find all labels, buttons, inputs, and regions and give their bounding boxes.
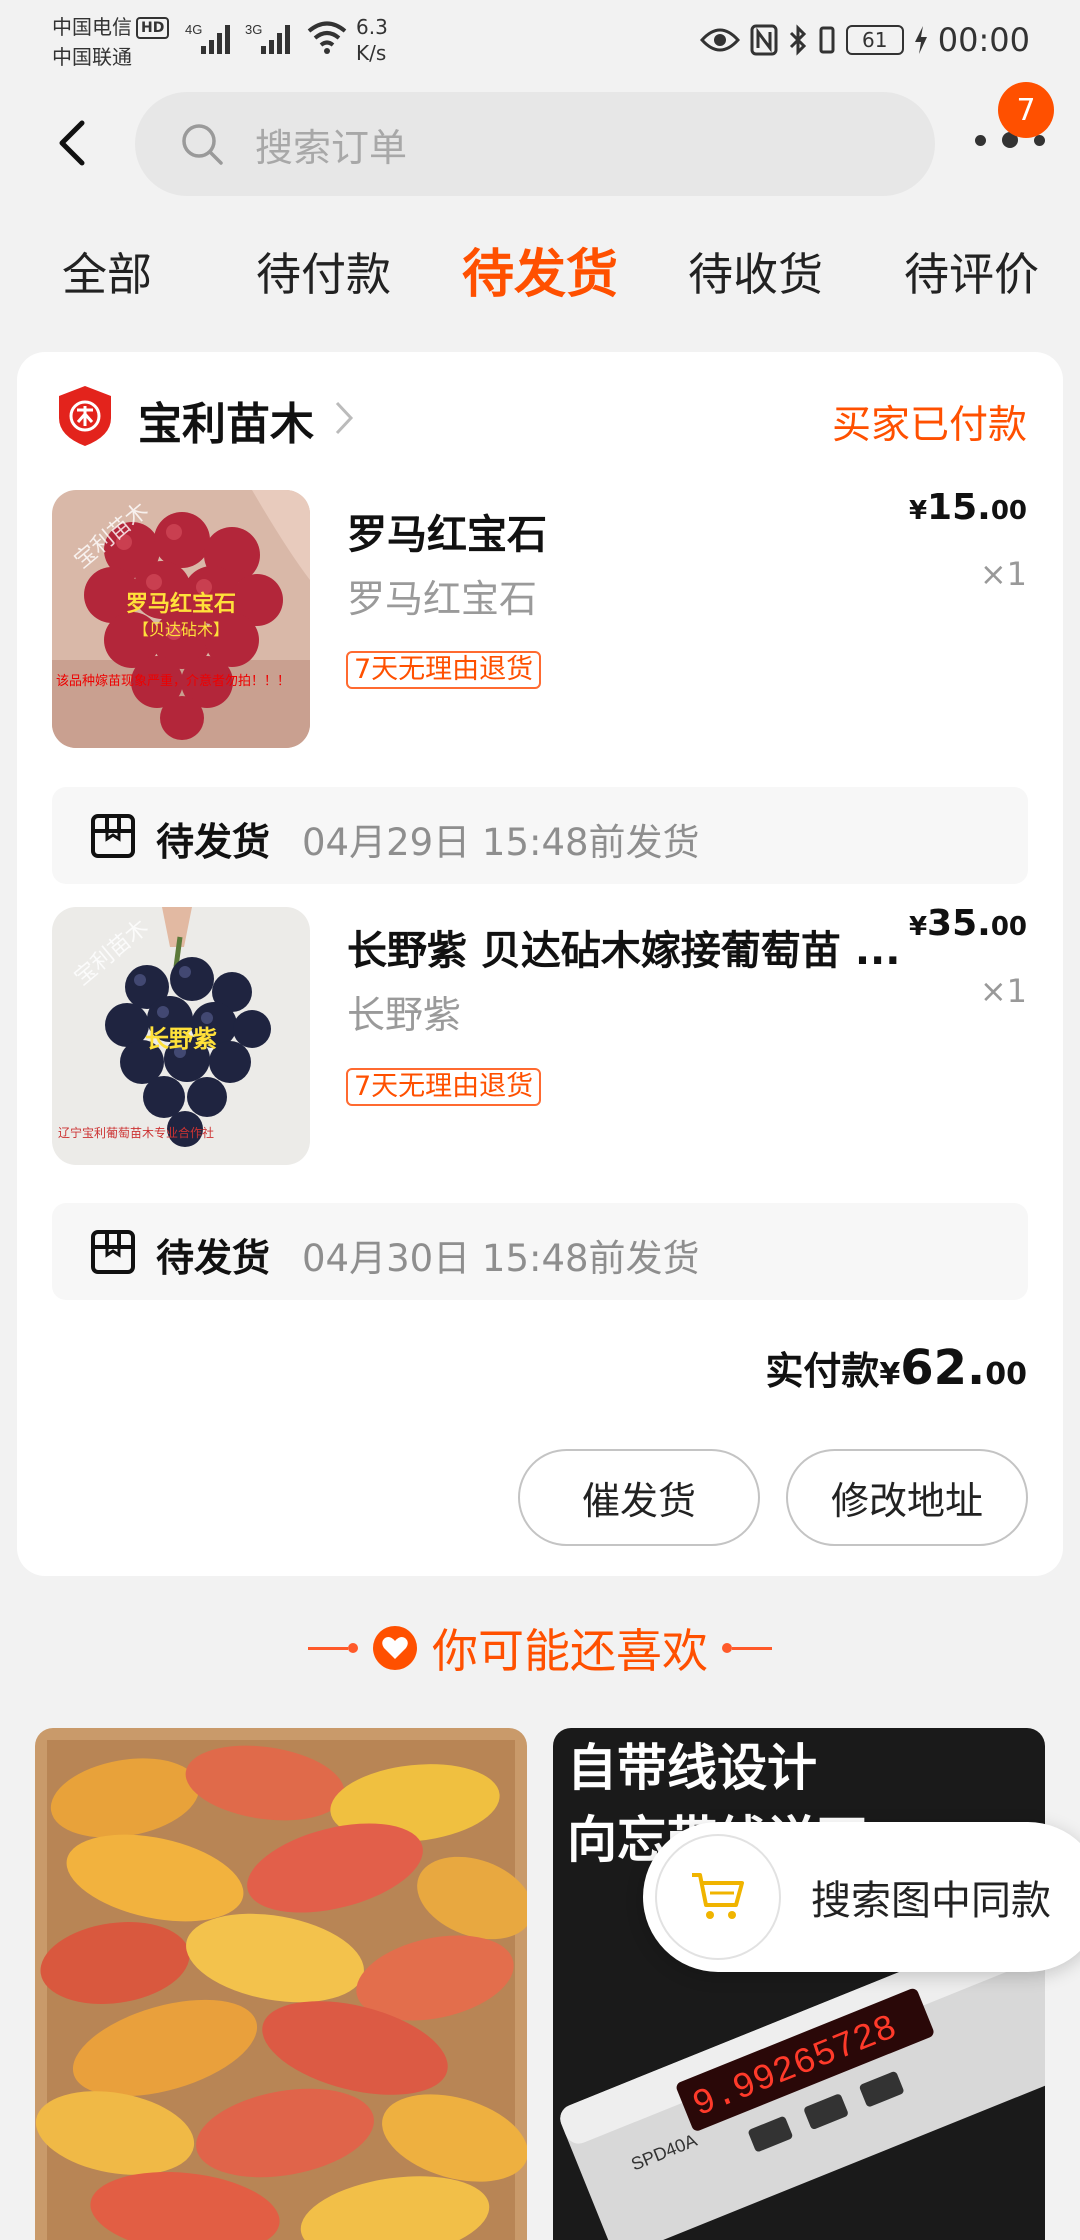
total-decimal: 00 [985, 1357, 1027, 1392]
speed-unit: K/s [356, 41, 387, 65]
shipping-status-row[interactable]: 待发货 04月29日 15:48前发货 [52, 787, 1028, 884]
recommended-product-device[interactable]: 自带线设计 向忘带线说不 9.99265728 SPD40A [553, 1728, 1045, 2240]
status-right: 61 00:00 [699, 18, 1030, 62]
bluetooth-icon [789, 24, 806, 56]
cart-icon [655, 1834, 781, 1960]
item-price: ¥35.00 [909, 903, 1027, 944]
search-icon [179, 121, 225, 167]
heart-icon [373, 1626, 417, 1670]
recommendation-title: 你可能还喜欢 [432, 1624, 708, 1678]
battery-level: 61 [862, 28, 888, 52]
search-similar-label: 搜索图中同款 [811, 1878, 1051, 1924]
shipping-deadline: 04月30日 15:48前发货 [302, 1237, 700, 1280]
carrier-1: 中国电信 [52, 15, 132, 39]
item-title[interactable]: 长野紫 贝达砧木嫁接葡萄苗 ... [347, 918, 900, 976]
tab-pending-payment[interactable]: 待付款 [256, 235, 391, 315]
recommended-product-fruit[interactable] [35, 1728, 527, 2240]
status-bar: 中国电信 HD 中国联通 4G 3G 6.3 K/s 61 00:00 [0, 0, 1080, 80]
network-type-2: 3G [245, 22, 262, 37]
shipping-status: 待发货 [156, 1236, 271, 1280]
shop-name[interactable]: 宝利苗木 [138, 388, 314, 452]
price-decimal: 00 [990, 912, 1027, 942]
total-symbol: ¥ [879, 1357, 901, 1392]
tab-all[interactable]: 全部 [62, 235, 152, 315]
thumb-sub: 【贝达砧木】 [132, 620, 229, 639]
order-status: 买家已付款 [831, 403, 1027, 448]
price-symbol: ¥ [908, 496, 928, 526]
divider-left [308, 1643, 358, 1653]
price-symbol: ¥ [908, 912, 928, 942]
divider-dot [722, 1643, 732, 1653]
status-time: 00:00 [937, 21, 1030, 59]
order-total: 实付款¥62.00 [765, 1340, 1027, 1396]
shipping-status-row[interactable]: 待发货 04月30日 15:48前发货 [52, 1203, 1028, 1300]
nfc-icon [750, 24, 778, 56]
thumb-label: 长野紫 [145, 1025, 217, 1053]
divider-bar [732, 1646, 772, 1650]
urge-shipment-button[interactable]: 催发货 [518, 1449, 760, 1546]
thumb-label: 罗马红宝石 [125, 592, 236, 617]
package-icon [91, 1230, 135, 1274]
carrier-2: 中国联通 [52, 45, 132, 69]
product-image-roman-ruby[interactable]: 宝利苗木 罗马红宝石 【贝达砧木】 该品种嫁苗现象严重，介意者勿拍！！！ [52, 490, 310, 748]
device-illustration: 9.99265728 SPD40A [560, 1920, 1045, 2240]
shipping-deadline: 04月29日 15:48前发货 [302, 821, 700, 864]
price-decimal: 00 [990, 496, 1027, 526]
item-title[interactable]: 罗马红宝石 [347, 502, 547, 560]
price-integer: 35. [927, 903, 991, 944]
change-address-button[interactable]: 修改地址 [786, 1449, 1028, 1546]
more-dots-icon [975, 134, 986, 146]
order-search-bar[interactable]: 搜索订单 [135, 92, 935, 196]
shipping-status: 待发货 [156, 820, 271, 864]
signal-3g-icon: 3G [245, 22, 290, 54]
eye-icon [699, 28, 740, 52]
package-icon [91, 814, 135, 858]
tab-pending-review[interactable]: 待评价 [904, 235, 1039, 315]
signal-4g-icon: 4G [185, 22, 230, 54]
price-integer: 15. [927, 487, 991, 528]
order-tabs: 全部 待付款 待发货 待收货 待评价 [0, 235, 1080, 315]
network-type-1: 4G [185, 22, 202, 37]
return-policy-tag: 7天无理由退货 [346, 1068, 542, 1106]
item-quantity: ×1 [979, 972, 1027, 1010]
tab-pending-shipment[interactable]: 待发货 [462, 235, 618, 315]
carrier-info: 中国电信 HD 中国联通 [52, 12, 170, 72]
wifi-icon [307, 21, 347, 54]
item-spec: 长野紫 [347, 993, 462, 1037]
item-price: ¥15.00 [909, 487, 1027, 528]
back-button[interactable] [48, 115, 96, 171]
divider-bar [308, 1646, 348, 1650]
item-spec: 罗马红宝石 [347, 577, 538, 621]
battery-icon: 61 [845, 25, 904, 55]
hd-badge: HD [136, 17, 170, 39]
speed-value: 6.3 [356, 15, 388, 39]
item-quantity: ×1 [979, 555, 1027, 593]
thumb-note: 辽宁宝利葡萄苗木专业合作社 [58, 1126, 215, 1140]
vibrate-icon [819, 26, 835, 54]
divider-dot [348, 1643, 358, 1653]
total-label: 实付款 [765, 1349, 880, 1393]
divider-right [722, 1643, 772, 1653]
total-integer: 62. [900, 1340, 986, 1396]
return-policy-tag: 7天无理由退货 [346, 651, 542, 689]
network-speed: 6.3 K/s [356, 14, 388, 66]
tab-pending-receipt[interactable]: 待收货 [688, 235, 823, 315]
chevron-right-icon[interactable] [334, 400, 354, 436]
recommendation-header: 你可能还喜欢 [0, 1612, 1080, 1684]
chevron-left-icon [59, 120, 85, 166]
shop-shield-icon [59, 386, 111, 446]
fruit-box-illustration [35, 1728, 527, 2240]
search-placeholder: 搜索订单 [255, 125, 408, 170]
product-image-nagano-purple[interactable]: 宝利苗木 长野紫 辽宁宝利葡萄苗木专业合作社 [52, 907, 310, 1165]
search-similar-in-image-button[interactable]: 搜索图中同款 [643, 1822, 1080, 1972]
thumb-warning: 该品种嫁苗现象严重，介意者勿拍！！！ [56, 674, 291, 689]
notification-badge: 7 [998, 82, 1054, 138]
charging-icon [914, 26, 927, 54]
